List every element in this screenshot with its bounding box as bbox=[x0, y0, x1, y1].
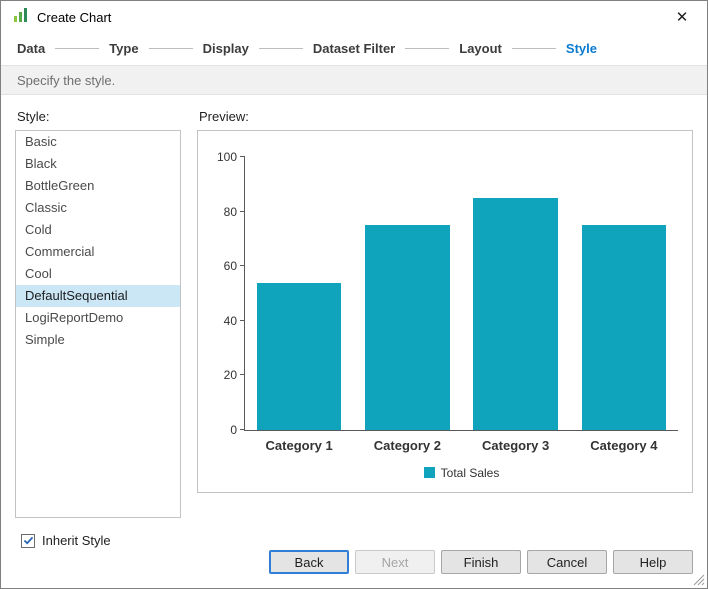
step-connector bbox=[512, 48, 556, 49]
create-chart-dialog: Create Chart ✕ Data Type Display Dataset Fi… bbox=[0, 0, 708, 589]
bar-slot bbox=[570, 157, 678, 430]
chart-legend: Total Sales bbox=[245, 465, 678, 480]
style-list-item-commercial[interactable]: Commercial bbox=[16, 241, 180, 263]
chart-x-labels: Category 1Category 2Category 3Category 4 bbox=[245, 438, 678, 458]
x-category-label: Category 4 bbox=[570, 438, 678, 458]
wizard-step-display[interactable]: Display bbox=[203, 41, 249, 56]
bar-category-3 bbox=[473, 198, 557, 430]
wizard-step-layout[interactable]: Layout bbox=[459, 41, 502, 56]
style-list-item-black[interactable]: Black bbox=[16, 153, 180, 175]
style-list-item-classic[interactable]: Classic bbox=[16, 197, 180, 219]
chart-plot: 020406080100 bbox=[244, 157, 678, 431]
chart-icon bbox=[13, 7, 29, 28]
bar-slot bbox=[245, 157, 353, 430]
inherit-style-label: Inherit Style bbox=[42, 533, 111, 548]
finish-button[interactable]: Finish bbox=[441, 550, 521, 574]
style-label: Style: bbox=[17, 109, 181, 124]
y-tick-label: 100 bbox=[201, 150, 237, 164]
wizard-step-data[interactable]: Data bbox=[17, 41, 45, 56]
wizard-subtitle: Specify the style. bbox=[1, 65, 707, 95]
dialog-buttons: BackNextFinishCancelHelp bbox=[269, 550, 693, 574]
bar-category-2 bbox=[365, 225, 449, 430]
legend-label: Total Sales bbox=[441, 466, 500, 480]
style-list-item-simple[interactable]: Simple bbox=[16, 329, 180, 351]
y-tick-label: 60 bbox=[201, 259, 237, 273]
cancel-button[interactable]: Cancel bbox=[527, 550, 607, 574]
x-category-label: Category 3 bbox=[462, 438, 570, 458]
inherit-style-row: Inherit Style bbox=[21, 533, 111, 548]
y-tick-label: 80 bbox=[201, 205, 237, 219]
step-connector bbox=[55, 48, 99, 49]
preview-panel: Preview: 020406080100 Category 1Category… bbox=[197, 107, 693, 518]
bar-slot bbox=[462, 157, 570, 430]
y-tick-label: 40 bbox=[201, 314, 237, 328]
style-list-item-cool[interactable]: Cool bbox=[16, 263, 180, 285]
y-tick-label: 20 bbox=[201, 368, 237, 382]
bar-slot bbox=[353, 157, 461, 430]
close-icon[interactable]: ✕ bbox=[669, 8, 695, 26]
style-listbox[interactable]: BasicBlackBottleGreenClassicColdCommerci… bbox=[15, 130, 181, 518]
style-panel: Style: BasicBlackBottleGreenClassicColdC… bbox=[15, 107, 181, 518]
wizard-steps: Data Type Display Dataset Filter Layout Style bbox=[1, 35, 707, 61]
legend-swatch bbox=[424, 467, 435, 478]
style-list-item-cold[interactable]: Cold bbox=[16, 219, 180, 241]
step-connector bbox=[149, 48, 193, 49]
x-category-label: Category 1 bbox=[245, 438, 353, 458]
bars-container bbox=[245, 157, 678, 430]
titlebar: Create Chart ✕ bbox=[1, 1, 707, 33]
style-list-item-bottlegreen[interactable]: BottleGreen bbox=[16, 175, 180, 197]
help-button[interactable]: Help bbox=[613, 550, 693, 574]
bar-category-1 bbox=[257, 283, 341, 430]
style-list-item-basic[interactable]: Basic bbox=[16, 131, 180, 153]
bar-category-4 bbox=[582, 225, 666, 430]
wizard-step-type[interactable]: Type bbox=[109, 41, 138, 56]
y-tick-label: 0 bbox=[201, 423, 237, 437]
back-button[interactable]: Back bbox=[269, 550, 349, 574]
window-title: Create Chart bbox=[37, 10, 111, 25]
x-category-label: Category 2 bbox=[353, 438, 461, 458]
wizard-step-style[interactable]: Style bbox=[566, 41, 597, 56]
content-area: Style: BasicBlackBottleGreenClassicColdC… bbox=[1, 95, 707, 518]
resize-grip[interactable] bbox=[693, 574, 705, 586]
step-connector bbox=[259, 48, 303, 49]
step-connector bbox=[405, 48, 449, 49]
chart-preview: 020406080100 Category 1Category 2Categor… bbox=[197, 130, 693, 493]
inherit-style-checkbox[interactable] bbox=[21, 534, 35, 548]
next-button[interactable]: Next bbox=[355, 550, 435, 574]
preview-label: Preview: bbox=[199, 109, 693, 124]
wizard-step-dataset-filter[interactable]: Dataset Filter bbox=[313, 41, 395, 56]
style-list-item-defaultsequential[interactable]: DefaultSequential bbox=[16, 285, 180, 307]
style-list-item-logireportdemo[interactable]: LogiReportDemo bbox=[16, 307, 180, 329]
